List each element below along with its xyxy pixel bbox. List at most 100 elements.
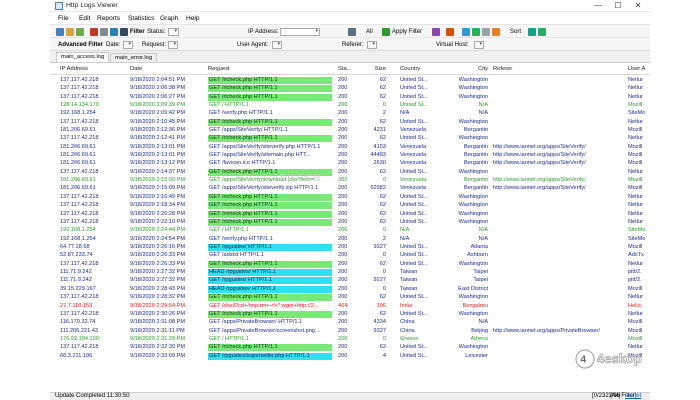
sort-icon[interactable]	[528, 28, 536, 36]
column-header-referer[interactable]: Referer	[493, 66, 593, 72]
iannet-link[interactable]: iannet	[625, 393, 641, 399]
table-row[interactable]: 176.92.104.100 9/18/2020 2:31:29 PM GET / …	[50, 335, 650, 343]
tab-main-access-log[interactable]: main_access.log	[56, 52, 110, 62]
close-button[interactable]: ✕	[628, 0, 648, 12]
table-row[interactable]: 192.168.1.254 9/18/2020 2:24:54 PM GET /ve…	[50, 235, 650, 243]
virtual-host-dropdown[interactable]: ▾	[474, 40, 484, 49]
table-row[interactable]: 192.168.1.254 9/18/2020 2:24:44 PM GET / H…	[50, 226, 650, 234]
all-dropdown[interactable]: All	[366, 29, 373, 35]
calendar-icon[interactable]	[348, 28, 356, 36]
table-row[interactable]: 192.168.1.254 9/18/2020 2:09:42 PM GET /ve…	[50, 109, 650, 117]
menu-edit[interactable]: Edit	[79, 15, 90, 22]
menu-reports[interactable]: Reports	[97, 15, 120, 22]
ip-cell: 39.15.229.167	[60, 285, 96, 292]
date-cell: 9/18/2020 2:20:28 PM	[130, 210, 186, 217]
status-cell: 200	[338, 277, 348, 284]
menu-file[interactable]: File	[58, 15, 69, 22]
column-header-request[interactable]: Request	[208, 66, 308, 72]
column-header-status[interactable]: Sta...	[338, 66, 354, 72]
column-header-ip[interactable]: IP Address	[60, 66, 120, 72]
date-cell: 9/18/2020 2:10:45 PM	[130, 118, 186, 125]
size-cell: 62	[379, 310, 386, 317]
table-row[interactable]: 181.206.69.61 9/18/2020 2:15:09 PM GET /ap…	[50, 176, 650, 184]
date-cell: 9/18/2020 2:13:01 PM	[130, 143, 186, 150]
grid-icon[interactable]	[482, 28, 490, 36]
referer-dropdown[interactable]: ▾	[367, 40, 377, 49]
apply-filter-button[interactable]: Apply Filter	[392, 29, 422, 35]
table-row[interactable]: 181.206.69.61 9/18/2020 2:13:01 PM GET /ap…	[50, 151, 650, 159]
copy-icon[interactable]	[100, 28, 108, 36]
save-icon[interactable]	[76, 28, 84, 36]
table-row[interactable]: 137.117.42.218 9/18/2020 2:32:30 PM GET /r…	[50, 344, 650, 352]
column-header-date[interactable]: Date	[130, 66, 190, 72]
table-row[interactable]: 137.117.42.218 9/18/2020 2:26:33 PM GET /r…	[50, 260, 650, 268]
table-row[interactable]: 137.117.42.218 9/18/2020 2:16:49 PM GET /r…	[50, 193, 650, 201]
maximize-button[interactable]: ☐	[608, 0, 628, 12]
user-agent-cell: Netlur	[628, 193, 643, 200]
table-row[interactable]: 137.117.42.218 9/18/2020 2:14:37 PM GET /r…	[50, 168, 650, 176]
ip-address-input[interactable]: ▾	[280, 28, 320, 36]
sync-icon[interactable]	[472, 28, 480, 36]
menu-statistics[interactable]: Statistics	[128, 15, 154, 22]
country-cell: United St...	[400, 76, 428, 83]
table-row[interactable]: 66.3.211.196 9/18/2020 2:33:09 PM GET /rpg…	[50, 352, 650, 360]
apply-filter-icon[interactable]	[382, 28, 390, 36]
column-header-country[interactable]: Country	[400, 66, 440, 72]
user-agent-dropdown[interactable]: ▾	[272, 40, 282, 49]
table-row[interactable]: 137.117.42.218 9/18/2020 2:06:38 PM GET /r…	[50, 84, 650, 93]
table-row[interactable]: 181.206.69.61 9/18/2020 2:13:01 PM GET /ap…	[50, 143, 650, 151]
column-header-size[interactable]: Size	[360, 66, 386, 72]
size-cell: 62	[379, 294, 386, 301]
table-row[interactable]: 39.15.229.167 9/18/2020 2:28:43 PM HEAD /r…	[50, 285, 650, 293]
paste-icon[interactable]	[110, 28, 118, 36]
table-row[interactable]: 137.117.42.218 9/18/2020 2:28:32 PM GET /r…	[50, 293, 650, 302]
table-row[interactable]: 128.14.134.170 9/18/2020 2:09:39 PM GET / …	[50, 101, 650, 109]
table-row[interactable]: 111.71.9.242 9/18/2020 2:27:32 PM GET /rpg…	[50, 277, 650, 285]
user-agent-cell: pitt/2.	[628, 277, 642, 284]
folder-icon[interactable]	[66, 28, 74, 36]
delete-icon[interactable]	[90, 28, 98, 36]
settings-icon[interactable]	[446, 28, 454, 36]
table-row[interactable]: 64.77.18.68 9/18/2020 2:26:16 PM GET /rpgu…	[50, 243, 650, 251]
table-row[interactable]: 137.117.42.218 9/18/2020 2:30:26 PM GET /r…	[50, 310, 650, 318]
table-row[interactable]: 111.71.9.242 9/18/2020 2:27:32 PM HEAD /rp…	[50, 268, 650, 277]
table-row[interactable]: 137.117.42.218 9/18/2020 2:04:51 PM GET /r…	[50, 76, 650, 84]
country-cell: Taiwan	[400, 285, 418, 292]
table-row[interactable]: 116.179.32.74 9/18/2020 2:31:08 PM GET /ap…	[50, 318, 650, 326]
open-icon[interactable]	[56, 28, 64, 36]
tab-main-error-log[interactable]: main_error.log	[110, 53, 158, 62]
check-icon[interactable]	[538, 28, 546, 36]
table-row[interactable]: 181.206.69.61 9/18/2020 2:12:36 PM GET /ap…	[50, 126, 650, 134]
chart-icon[interactable]	[492, 28, 500, 36]
request-cell: GET /apps/PrivateBrowser/screenshot.png.…	[209, 327, 320, 334]
date-dropdown[interactable]: ▾	[123, 40, 133, 49]
table-row[interactable]: 181.206.69.61 9/18/2020 2:13:12 PM GET /fa…	[50, 160, 650, 168]
status-dropdown[interactable]: ▾	[168, 28, 179, 36]
column-header-city[interactable]: City	[450, 66, 488, 72]
funnel-icon[interactable]	[432, 28, 440, 36]
table-row[interactable]: 137.117.42.218 9/18/2020 2:18:34 PM GET /r…	[50, 201, 650, 210]
table-row[interactable]: 27.7.110.153 9/18/2020 2:29:54 PM GET /she…	[50, 302, 650, 310]
city-cell: Bergantin	[464, 185, 488, 192]
sort-button[interactable]: Sort	[510, 29, 521, 35]
table-row[interactable]: 137.117.42.218 9/18/2020 2:10:45 PM GET /r…	[50, 118, 650, 126]
refresh-icon[interactable]	[462, 28, 470, 36]
request-dropdown[interactable]: ▾	[168, 40, 178, 49]
table-row[interactable]: 137.117.42.218 9/18/2020 2:22:10 PM GET /r…	[50, 218, 650, 226]
menu-help[interactable]: Help	[186, 15, 200, 22]
table-row[interactable]: 137.117.42.218 9/18/2020 2:20:28 PM GET /r…	[50, 210, 650, 218]
ip-cell: 137.117.42.218	[60, 310, 99, 317]
date-cell: 9/18/2020 2:32:30 PM	[130, 344, 186, 351]
table-row[interactable]: 137.117.42.218 9/18/2020 2:12:41 PM GET /r…	[50, 135, 650, 143]
column-header-user-agent[interactable]: User A	[628, 66, 650, 72]
ip-cell: 181.206.69.61	[60, 177, 96, 184]
minimize-button[interactable]: —	[588, 0, 608, 12]
table-row[interactable]: 111.206.221.43 9/18/2020 2:31:11 PM GET /a…	[50, 327, 650, 335]
table-row[interactable]: 181.206.69.61 9/18/2020 2:15:09 PM GET /ap…	[50, 185, 650, 193]
table-row[interactable]: 137.117.42.218 9/18/2020 2:06:27 PM GET /r…	[50, 93, 650, 101]
status-cell: 200	[338, 243, 348, 250]
menu-graph[interactable]: Graph	[160, 15, 178, 22]
request-cell: GET /adstxt HTTP/1.1	[209, 252, 264, 259]
find-icon[interactable]	[120, 28, 128, 36]
table-row[interactable]: 52.87.233.74 9/18/2020 2:26:33 PM GET /ads…	[50, 252, 650, 260]
